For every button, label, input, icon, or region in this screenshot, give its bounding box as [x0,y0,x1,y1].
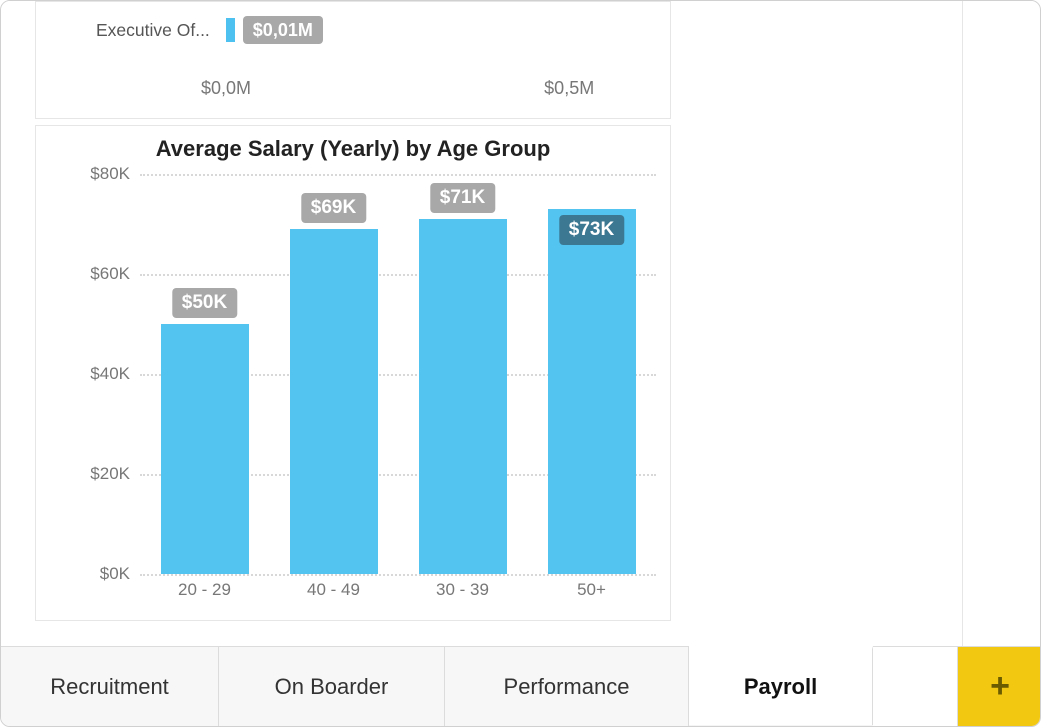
add-page-button[interactable]: + [958,647,1041,726]
bar-value-label: $73K [559,215,624,245]
chart-bars: $50K $69K $71K $73K [140,174,656,574]
y-tick-label: $20K [64,464,130,484]
bar-value-label: $71K [430,183,495,213]
upper-bar-track: $0,01M [226,16,666,44]
upper-bar[interactable] [226,18,235,42]
tab-recruitment[interactable]: Recruitment [1,647,219,726]
x-tick-label: 40 - 49 [269,580,398,610]
upper-x-axis: $0,0M $0,5M [226,78,666,104]
x-tick-label: 50+ [527,580,656,610]
app-frame: Executive Of... $0,01M $0,0M $0,5M Avera… [0,0,1041,727]
bar-slot: $71K [398,174,527,574]
chart-bar[interactable]: $69K [290,229,378,574]
tab-payroll[interactable]: Payroll [689,646,873,725]
y-axis: $0K$20K$40K$60K$80K [64,174,134,574]
chart-bar[interactable]: $71K [419,219,507,574]
bar-value-label: $50K [172,288,237,318]
bar-slot: $73K [527,174,656,574]
y-tick-label: $60K [64,264,130,284]
avg-salary-by-age-chart[interactable]: Average Salary (Yearly) by Age Group $0K… [35,125,671,621]
bar-slot: $69K [269,174,398,574]
gridline [140,574,656,576]
x-tick-label: 20 - 29 [140,580,269,610]
upper-x-tick: $0,0M [201,78,251,99]
upper-x-tick: $0,5M [544,78,594,99]
x-axis: 20 - 2940 - 4930 - 3950+ [140,580,656,610]
chart-title: Average Salary (Yearly) by Age Group [36,136,670,162]
upper-bar-value-pill: $0,01M [243,16,323,44]
chart-bar[interactable]: $73K [548,209,636,574]
dashboard-area: Executive Of... $0,01M $0,0M $0,5M Avera… [1,1,681,641]
x-tick-label: 30 - 39 [398,580,527,610]
bar-slot: $50K [140,174,269,574]
chart-bar[interactable]: $50K [161,324,249,574]
upper-row-category-label: Executive Of... [96,20,220,41]
y-tick-label: $80K [64,164,130,184]
upper-bar-chart[interactable]: Executive Of... $0,01M $0,0M $0,5M [35,1,671,119]
upper-chart-row: Executive Of... $0,01M [96,16,666,44]
right-panel [962,1,1040,648]
tab-on-boarder[interactable]: On Boarder [219,647,445,726]
tab-filler [873,647,958,726]
chart-plot-area: $0K$20K$40K$60K$80K $50K$69K$71K$73K 20 … [64,174,656,574]
y-tick-label: $0K [64,564,130,584]
bar-value-label: $69K [301,193,366,223]
y-tick-label: $40K [64,364,130,384]
page-tabs: Recruitment On Boarder Performance Payro… [1,646,1041,726]
tab-performance[interactable]: Performance [445,647,689,726]
